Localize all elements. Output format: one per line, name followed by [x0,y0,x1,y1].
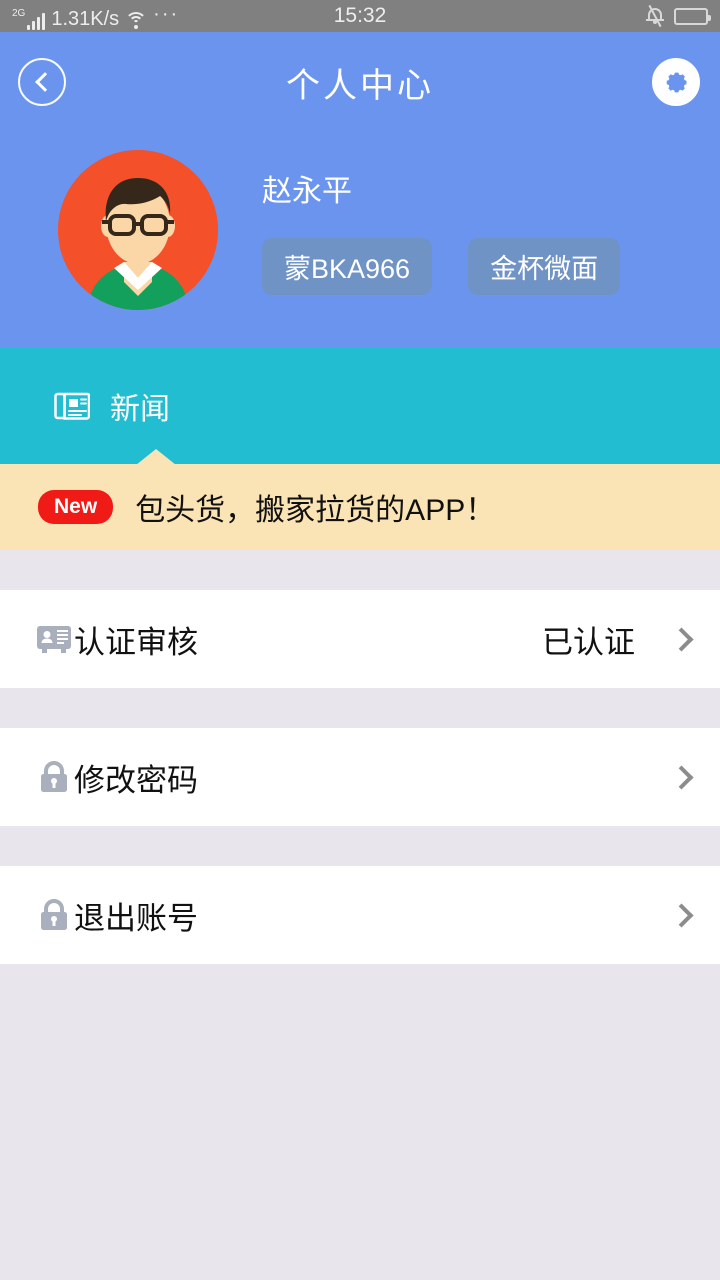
status-bar: 2G 1.31K/s ··· 15:32 [0,0,720,32]
back-button[interactable] [18,58,66,106]
lock-icon [41,899,67,930]
profile-info: 赵永平 蒙BKA966 金杯微面 [262,166,621,295]
gear-icon [666,72,687,93]
profile-summary: 赵永平 蒙BKA966 金杯微面 [0,132,720,348]
vehicle-type-tag: 金杯微面 [468,237,621,295]
avatar[interactable] [58,150,218,310]
news-section-header[interactable]: 新闻 [0,348,720,464]
profile-tags: 蒙BKA966 金杯微面 [262,237,621,295]
list-item-label: 修改密码 [74,762,198,798]
overflow-dots-icon: ··· [153,2,180,25]
list-gap [0,550,720,590]
status-bar-left: 2G 1.31K/s ··· [12,3,179,30]
chevron-right-icon [669,764,694,790]
user-avatar-icon [58,150,218,310]
settings-button[interactable] [652,58,700,106]
list-item-logout[interactable]: 退出账号 [0,866,720,964]
profile-header: 个人中心 赵永平 蒙BKA966 金杯微面 [0,32,720,348]
chevron-right-icon [669,626,694,652]
verification-status-value: 已认证 [542,624,635,660]
list-item-label: 认证审核 [74,624,198,660]
wifi-icon [125,11,148,30]
navigation-bar: 个人中心 [0,32,720,132]
chevron-right-icon [669,902,694,928]
app-screen: 2G 1.31K/s ··· 15:32 个人中心 赵永平 蒙BKA966 金杯… [0,0,720,1280]
newspaper-icon [54,392,90,420]
data-speed-label: 1.31K/s [51,7,120,30]
list-item-change-password[interactable]: 修改密码 [0,728,720,826]
user-name: 赵永平 [262,174,352,208]
list-item-label: 退出账号 [74,900,198,936]
list-item-verification[interactable]: 认证审核 已认证 [0,590,720,688]
list-gap [0,826,720,866]
lock-icon [41,761,67,792]
plate-number-tag: 蒙BKA966 [262,237,433,295]
page-title: 个人中心 [286,66,434,105]
news-section-label: 新闻 [110,393,170,426]
bell-muted-icon [646,4,664,28]
signal-bars-icon [27,12,46,30]
new-badge: New [38,490,114,524]
list-gap [0,688,720,728]
id-card-icon [37,626,71,653]
battery-icon [674,7,711,25]
status-bar-right [646,4,711,28]
news-banner[interactable]: New 包头货，搬家拉货的APP！ [0,449,720,550]
network-type-label: 2G [12,7,26,19]
chevron-left-icon [34,72,55,92]
news-headline: 包头货，搬家拉货的APP！ [135,494,496,527]
